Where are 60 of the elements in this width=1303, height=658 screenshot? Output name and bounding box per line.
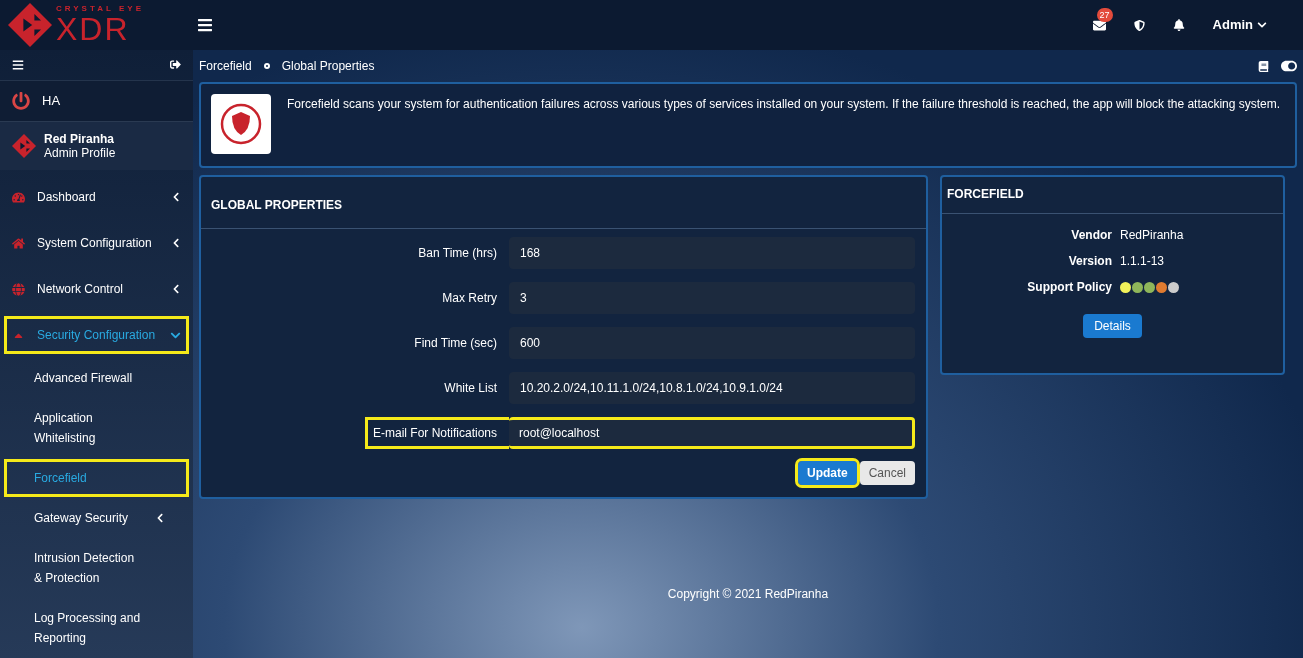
detail-label: Support Policy xyxy=(1026,279,1112,296)
detail-label: Vendor xyxy=(1070,227,1112,244)
input-field[interactable]: 3 xyxy=(509,282,915,314)
detail-label: Version xyxy=(1067,253,1112,270)
sidebar-item[interactable]: Log Processing and Reporting xyxy=(4,599,189,657)
sidebar-item[interactable]: Gateway Security xyxy=(4,499,189,537)
breadcrumb-item[interactable]: Forcefield xyxy=(199,57,252,75)
book-icon[interactable] xyxy=(1258,60,1269,72)
bell-icon[interactable] xyxy=(1172,19,1185,31)
sidebar-item[interactable]: Intrusion Detection & Protection xyxy=(4,539,189,597)
gauge-icon xyxy=(12,190,25,204)
input-field[interactable]: 10.20.2.0/24,10.11.1.0/24,10.8.1.0/24,10.9.1.0/24 xyxy=(509,372,915,404)
logo-icon xyxy=(8,3,52,47)
sidebar-item[interactable]: Application Whitelisting xyxy=(4,399,189,457)
panel-title: FORCEFIELD xyxy=(942,177,1283,214)
sidebar-item[interactable]: Advanced Firewall xyxy=(4,359,189,397)
detail-value: 1.1.1-13 xyxy=(1120,253,1165,270)
chevron-left-icon xyxy=(155,513,165,523)
sidebar-item[interactable]: Security Configuration xyxy=(4,316,189,354)
panel-title: GLOBAL PROPERTIES xyxy=(201,177,926,229)
chevron-left-icon xyxy=(171,284,181,294)
sidebar-item[interactable]: Forcefield xyxy=(4,459,189,497)
chevron-left-icon xyxy=(171,192,181,202)
shield-icon[interactable] xyxy=(1133,19,1145,31)
field-label: Ban Time (hrs) xyxy=(418,245,497,262)
power-icon[interactable] xyxy=(12,92,30,111)
user-menu[interactable]: Admin xyxy=(1212,15,1267,35)
copyright-text: Copyright © 2021 RedPiranha xyxy=(667,585,829,603)
breadcrumb-separator-icon xyxy=(263,63,270,69)
menu-icon[interactable] xyxy=(12,59,24,71)
input-field[interactable]: 168 xyxy=(509,237,915,269)
sidebar-item[interactable]: Dashboard xyxy=(4,178,189,216)
profile-logo-icon xyxy=(12,134,36,159)
details-button[interactable]: Details xyxy=(1083,314,1142,338)
sidebar-item[interactable]: System Configuration xyxy=(4,224,189,262)
cancel-button[interactable]: Cancel xyxy=(859,461,915,485)
logo-text: XDR xyxy=(56,13,131,45)
ha-label: HA xyxy=(42,92,61,111)
chevron-down-icon xyxy=(1257,20,1267,30)
update-button[interactable]: Update xyxy=(797,461,857,485)
home-icon xyxy=(12,236,25,250)
toggle-icon[interactable] xyxy=(1281,58,1297,74)
field-label: White List xyxy=(444,380,497,397)
input-field[interactable]: 600 xyxy=(509,327,915,359)
menu-icon[interactable] xyxy=(197,17,213,33)
profile-role: Admin Profile xyxy=(44,146,116,161)
logo-tagline: CRYSTAL EYE xyxy=(56,5,144,13)
field-label: Find Time (sec) xyxy=(414,335,497,352)
field-label: Max Retry xyxy=(442,290,497,307)
info-text: Forcefield scans your system for authentication failures across various types of services installed on your system. If the failure threshold is reached, the app will block the attacking system. xyxy=(287,96,1281,112)
mail-icon[interactable] xyxy=(1092,18,1106,32)
breadcrumb-item: Global Properties xyxy=(281,58,375,75)
globe-icon xyxy=(12,282,25,296)
detail-value: RedPiranha xyxy=(1120,227,1184,244)
sign-out-icon[interactable] xyxy=(170,59,181,71)
sidebar-item[interactable]: Network Control xyxy=(4,270,189,308)
notification-badge: 27 xyxy=(1096,7,1113,22)
chevron-left-icon xyxy=(171,238,181,248)
app-icon xyxy=(211,94,271,154)
profile-name: Red Piranha xyxy=(44,132,116,147)
